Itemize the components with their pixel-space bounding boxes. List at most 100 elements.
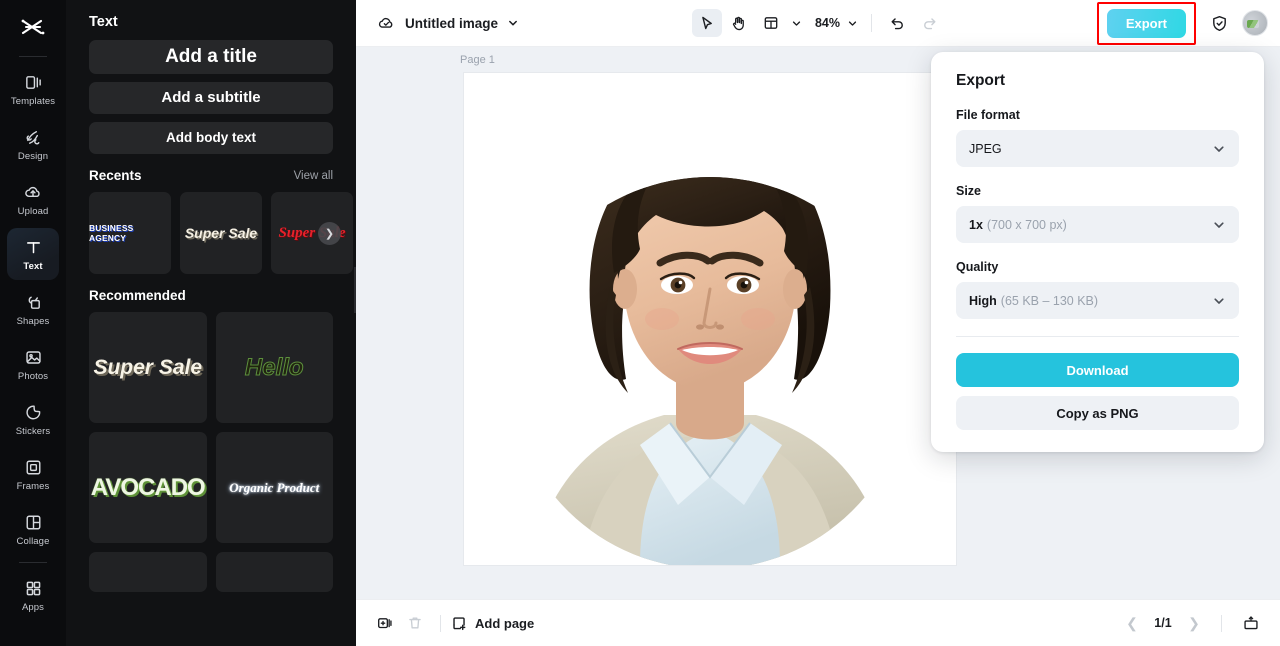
add-body-text-button[interactable]: Add body text [89,122,333,154]
sidebar-item-label: Apps [21,601,45,613]
recommended-item-label: Super Sale [93,355,203,379]
page-count: 1/1 [1154,616,1172,630]
sidebar-item-collage[interactable]: Collage [7,503,59,555]
chevron-down-icon[interactable] [507,17,519,29]
size-label: Size [956,184,982,198]
recents-header: Recents View all [89,168,333,183]
recommended-item-label: Organic Product [229,479,320,495]
sidebar-item-photos[interactable]: Photos [7,338,59,390]
recommended-item[interactable] [89,552,207,592]
page-nav-group: ❮ 1/1 ❯ [1119,608,1266,638]
capcut-logo-icon[interactable] [13,8,53,48]
add-page-label: Add page [475,615,535,631]
text-icon [24,237,43,258]
portrait-photo-woman-smiling[interactable] [464,73,956,565]
size-value: 1x [969,217,983,232]
page-label: Page 1 [460,54,495,66]
recents-item[interactable]: Super Sale [180,192,262,274]
trash-icon[interactable] [400,608,430,638]
sidebar-item-frames[interactable]: Frames [7,448,59,500]
download-button[interactable]: Download [956,353,1239,387]
layout-chevron-down-icon[interactable] [788,9,805,37]
recents-carousel: BUSINESS AGENCY Super Sale Super Sale ❯ [89,192,353,274]
recommended-item[interactable]: Super Sale [89,312,207,423]
sidebar-item-label: Templates [10,95,56,107]
shapes-icon [24,292,43,313]
duplicate-page-icon[interactable] [370,608,400,638]
rail-divider-bottom [19,562,47,563]
chevron-down-icon [1212,218,1226,232]
sidebar-item-label: Stickers [15,425,51,437]
quality-value: High [969,293,997,308]
top-toolbar: Untitled image 84% Export [356,0,1280,47]
sidebar-item-label: Frames [16,480,50,492]
chevron-down-icon [1212,294,1226,308]
bottom-toolbar: Add page ❮ 1/1 ❯ [356,599,1280,646]
recents-item-label: BUSINESS AGENCY [89,223,134,243]
sidebar-item-label: Photos [17,370,49,382]
panel-title: Text [89,14,118,30]
recommended-item[interactable]: Organic Product [215,432,333,543]
export-button-highlight: Export [1096,1,1196,45]
chevron-down-icon [1212,142,1226,156]
stickers-icon [24,402,43,423]
panel-collapse-handle[interactable]: ❮ [354,267,356,313]
rail-divider [19,56,47,57]
export-divider [956,336,1239,337]
recents-next-arrow-icon[interactable]: ❯ [318,222,341,245]
sidebar-item-design[interactable]: Design [7,118,59,170]
recommended-item-label: Hello [244,353,304,381]
zoom-chevron-down-icon[interactable] [844,9,861,37]
add-subtitle-button[interactable]: Add a subtitle [89,82,333,114]
file-format-select[interactable]: JPEG [956,130,1239,167]
sidebar-item-apps[interactable]: Apps [7,569,59,621]
sidebar-item-shapes[interactable]: Shapes [7,283,59,335]
sidebar-item-label: Text [23,260,43,272]
recommended-grid: Super Sale Hello AVOCADO Organic Product [89,312,333,592]
collage-icon [24,512,43,533]
bottom-divider [440,614,441,632]
size-dimensions: (700 x 700 px) [986,217,1067,232]
recommended-item[interactable]: Hello [215,312,333,423]
shield-check-icon[interactable] [1204,8,1234,38]
apps-icon [24,578,43,599]
recommended-heading: Recommended [89,288,186,303]
canvas-page[interactable] [464,73,956,565]
avatar[interactable] [1242,10,1268,36]
add-page-icon [451,615,468,632]
chevron-left-icon[interactable]: ❮ [1119,610,1145,636]
toolbar-divider [871,14,873,32]
hand-pan-icon[interactable] [724,9,754,37]
capcut-editor-window: Templates Design Upload Text Shapes Phot… [0,0,1280,646]
redo-icon[interactable] [914,9,944,37]
export-button[interactable]: Export [1106,8,1186,38]
quality-select[interactable]: High (65 KB – 130 KB) [956,282,1239,319]
quality-label: Quality [956,260,999,274]
size-select[interactable]: 1x (700 x 700 px) [956,206,1239,243]
document-name-group[interactable]: Untitled image [376,13,519,33]
add-page-button[interactable]: Add page [451,615,534,632]
cursor-select-icon[interactable] [691,9,722,37]
recents-item-label: Super Sale [184,225,258,241]
layout-panels-icon[interactable] [756,9,786,37]
undo-icon[interactable] [882,9,912,37]
recommended-item[interactable] [215,552,333,592]
sidebar-item-stickers[interactable]: Stickers [7,393,59,445]
recents-heading: Recents [89,168,142,183]
bottom-divider-right [1221,614,1222,632]
sidebar-item-upload[interactable]: Upload [7,173,59,225]
sidebar-item-label: Shapes [16,315,50,327]
present-icon[interactable] [1236,608,1266,638]
export-panel: Export File format JPEG Size 1x (700 x 7… [931,52,1264,452]
sidebar-item-templates[interactable]: Templates [7,63,59,115]
add-title-button[interactable]: Add a title [89,40,333,74]
recommended-item-label: AVOCADO [90,473,206,501]
recents-item[interactable]: BUSINESS AGENCY [89,192,171,274]
quality-filesize: (65 KB – 130 KB) [1000,293,1099,308]
copy-as-png-button[interactable]: Copy as PNG [956,396,1239,430]
recommended-item[interactable]: AVOCADO [89,432,207,543]
sidebar-item-text[interactable]: Text [7,228,59,280]
main-area: Untitled image 84% Export Page 1 Add pag… [356,0,1280,646]
chevron-right-icon[interactable]: ❯ [1181,610,1207,636]
recents-view-all-link[interactable]: View all [294,170,333,182]
